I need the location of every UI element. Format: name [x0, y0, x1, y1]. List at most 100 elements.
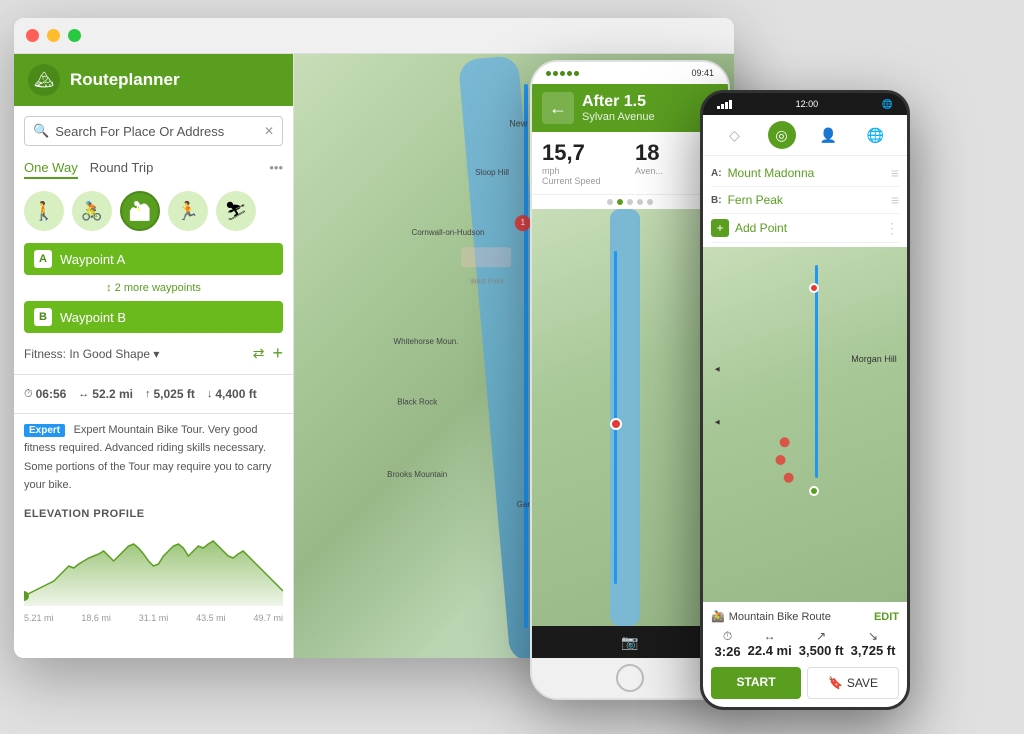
- route-type: 🚵 Mountain Bike Route: [711, 610, 831, 623]
- search-box[interactable]: 🔍 Search For Place Or Address ✕: [24, 116, 283, 146]
- tab-round-trip[interactable]: Round Trip: [90, 160, 154, 179]
- search-input[interactable]: Search For Place Or Address: [55, 124, 258, 139]
- wp-a-options[interactable]: ≡: [891, 165, 899, 181]
- wp-a-label: A:: [711, 168, 722, 179]
- save-button[interactable]: 🔖 SAVE: [807, 667, 899, 699]
- black-phone-map: Morgan Hill ◄ ◄: [703, 247, 907, 602]
- more-options-icon[interactable]: •••: [269, 160, 283, 179]
- waypoint-b-row[interactable]: B Waypoint B: [24, 301, 283, 333]
- toolbar-globe-icon[interactable]: 🌐: [862, 121, 890, 149]
- bstat-distance: ↔ 22.4 mi: [748, 629, 792, 659]
- search-icon: 🔍: [33, 123, 49, 139]
- svg-text:1: 1: [521, 218, 526, 227]
- stat-descent: ↓ 4,400 ft: [207, 387, 257, 401]
- bstat-desc-val: 3,725 ft: [851, 643, 896, 658]
- nav-street: Sylvan Avenue: [582, 111, 718, 123]
- white-phone-map: [532, 209, 728, 626]
- home-button[interactable]: [532, 658, 728, 698]
- waypoint-b-item: B: Fern Peak ≡: [711, 187, 899, 214]
- black-phone-time: 12:00: [796, 99, 819, 109]
- scene: 🏔 Routeplanner 🔍 Search For Place Or Add…: [0, 0, 1024, 734]
- waypoint-list: A: Mount Madonna ≡ B: Fern Peak ≡ + Add …: [703, 156, 907, 247]
- bottom-panel-header: 🚵 Mountain Bike Route EDIT: [711, 610, 899, 623]
- time-icon: ⏱: [24, 388, 33, 401]
- speed-bar: 15,7 mph Current Speed 18 Aven...: [532, 132, 728, 195]
- distance-value: 52.2 mi: [92, 387, 133, 401]
- svg-text:Black Rock: Black Rock: [397, 397, 438, 406]
- add-waypoint-icon[interactable]: +: [272, 343, 283, 364]
- waypoint-a-row[interactable]: A Waypoint A: [24, 243, 283, 275]
- recenter-icon[interactable]: ⇄: [253, 345, 265, 362]
- tab-one-way[interactable]: One Way: [24, 160, 78, 179]
- elevation-chart: 5.21 mi 18.6 mi 31.1 mi 43.5 mi 49.7 mi: [24, 526, 283, 606]
- waypoint-a-text: Waypoint A: [60, 252, 273, 267]
- svg-text:◄: ◄: [713, 418, 721, 427]
- stat-time: ⏱ 06:56: [24, 387, 66, 401]
- svg-text:West Point: West Point: [470, 279, 504, 286]
- distance-icon: ↔: [78, 388, 89, 400]
- expert-badge: Expert: [24, 424, 65, 437]
- bstat-time: ⏱ 3:26: [715, 629, 741, 659]
- close-button[interactable]: [26, 29, 39, 42]
- bottom-actions: START 🔖 SAVE: [711, 667, 899, 699]
- minimize-button[interactable]: [47, 29, 60, 42]
- fitness-bar: Fitness: In Good Shape ▾ ⇄ +: [24, 343, 283, 364]
- elevation-svg: [24, 526, 283, 606]
- black-phone-status: 12:00 🌐: [703, 93, 907, 115]
- add-point-row[interactable]: + Add Point ⋮: [711, 214, 899, 243]
- app-title: Routeplanner: [70, 70, 180, 90]
- svg-text:◄: ◄: [713, 364, 721, 373]
- ascent-icon-small: ↗: [799, 629, 844, 643]
- activity-run[interactable]: 🏃: [168, 191, 208, 231]
- add-point-text: Add Point: [735, 221, 879, 235]
- app-logo: 🏔: [28, 64, 60, 96]
- signal-bars: [717, 100, 732, 109]
- toolbar-circle-icon[interactable]: ◎: [768, 121, 796, 149]
- svg-text:Brooks Mountain: Brooks Mountain: [387, 470, 447, 479]
- nav-instruction: After 1.5 Sylvan Avenue: [582, 93, 718, 123]
- wp-b-label: B:: [711, 195, 722, 206]
- black-toolbar: ◇ ◎ 👤 🌐: [703, 115, 907, 156]
- bookmark-icon: 🔖: [828, 676, 843, 690]
- maximize-button[interactable]: [68, 29, 81, 42]
- page-indicator: [532, 195, 728, 209]
- speed-unit: mph: [542, 166, 625, 176]
- toolbar-diamond-icon[interactable]: ◇: [721, 121, 749, 149]
- sidebar-header: 🏔 Routeplanner: [14, 54, 293, 106]
- activity-mountain-bike[interactable]: 🚵: [120, 191, 160, 231]
- activity-bike[interactable]: 🚴: [72, 191, 112, 231]
- wp-b-options[interactable]: ≡: [891, 192, 899, 208]
- more-waypoints[interactable]: ↕ 2 more waypoints: [14, 279, 293, 297]
- description-section: Expert Expert Mountain Bike Tour. Very g…: [24, 420, 283, 494]
- edit-route-button[interactable]: EDIT: [874, 611, 899, 623]
- descent-value: 4,400 ft: [215, 387, 256, 401]
- elevation-labels: 5.21 mi 18.6 mi 31.1 mi 43.5 mi 49.7 mi: [24, 613, 283, 623]
- nav-distance: After 1.5: [582, 93, 718, 111]
- svg-text:Cornwall-on-Hudson: Cornwall-on-Hudson: [412, 228, 485, 237]
- bottom-panel: 🚵 Mountain Bike Route EDIT ⏱ 3:26 ↔ 22.4…: [703, 602, 907, 707]
- camera-icon: 📷: [621, 634, 638, 651]
- toolbar-person-icon[interactable]: 👤: [815, 121, 843, 149]
- waypoint-b-text: Waypoint B: [60, 310, 273, 325]
- current-speed: 15,7 mph Current Speed: [542, 140, 625, 186]
- bstat-dist-val: 22.4 mi: [748, 643, 792, 658]
- add-point-options[interactable]: ⋮: [885, 220, 899, 237]
- white-phone-time: 09:41: [691, 68, 714, 78]
- start-button[interactable]: START: [711, 667, 801, 699]
- white-phone-status: 09:41: [532, 62, 728, 84]
- signal-dots: [546, 71, 579, 76]
- wp-b-name[interactable]: Fern Peak: [728, 193, 885, 207]
- activity-walk[interactable]: 🚶: [24, 191, 64, 231]
- activity-ski[interactable]: ⛷: [216, 191, 256, 231]
- turn-arrow: ←: [542, 92, 574, 124]
- nav-header: ← After 1.5 Sylvan Avenue: [532, 84, 728, 132]
- wp-a-name[interactable]: Mount Madonna: [728, 166, 885, 180]
- time-value: 06:56: [36, 387, 67, 401]
- route-tabs: One Way Round Trip •••: [14, 156, 293, 183]
- elevation-section: ELEVATION PROFILE: [14, 500, 293, 614]
- fitness-label[interactable]: Fitness: In Good Shape ▾: [24, 347, 245, 361]
- add-point-icon: +: [711, 219, 729, 237]
- svg-text:Whitehorse Moun.: Whitehorse Moun.: [394, 337, 459, 346]
- black-map-svg: ◄ ◄: [703, 247, 907, 602]
- clear-search-icon[interactable]: ✕: [264, 124, 274, 138]
